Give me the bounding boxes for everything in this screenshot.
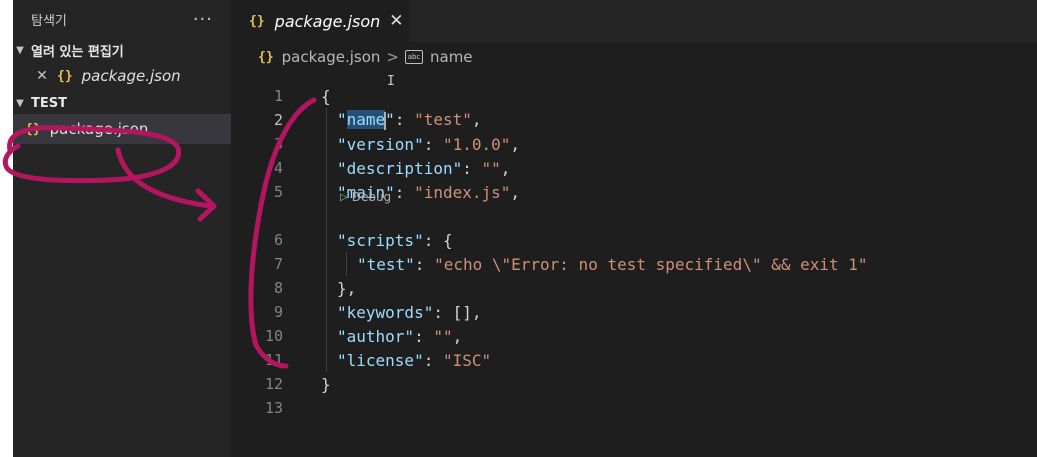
open-editors-section[interactable]: ▼ 열려 있는 편집기 [13, 38, 231, 62]
line-number: 1 [273, 87, 283, 105]
code-line: { [321, 86, 331, 106]
debug-codelens[interactable]: ▷ Debug [340, 190, 391, 204]
code-line: "version": "1.0.0", [337, 134, 521, 154]
line-number: 11 [264, 351, 283, 369]
editor-area: {} package.json ✕ {} package.json > abc … [231, 0, 1037, 457]
chevron-down-icon: ▼ [16, 97, 24, 109]
line-number: 9 [273, 303, 283, 321]
mouse-cursor-icon: I [387, 74, 395, 89]
code-line: } [321, 374, 331, 394]
open-editors-label: 열려 있는 편집기 [31, 44, 124, 60]
line-number: 10 [264, 327, 283, 345]
close-icon[interactable]: ✕ [33, 68, 51, 84]
tab-bar: {} package.json ✕ [231, 0, 1037, 42]
code-line: }, [337, 278, 357, 298]
chevron-down-icon: ▼ [16, 44, 24, 56]
line-number: 2 [273, 111, 283, 129]
json-file-icon: {} [258, 49, 274, 65]
more-actions-icon[interactable]: ··· [193, 9, 213, 30]
line-number: 6 [273, 231, 283, 249]
json-file-icon: {} [25, 121, 41, 137]
line-number: 8 [273, 279, 283, 297]
play-icon: ▷ [340, 191, 348, 203]
debug-label: Debug [351, 190, 392, 204]
line-number: 7 [273, 255, 283, 273]
code-line: "name": "test", [337, 110, 482, 130]
selected-text: name [346, 110, 386, 130]
string-symbol-icon: abc [405, 50, 423, 64]
line-number: 13 [264, 399, 283, 417]
line-number: 3 [273, 135, 283, 153]
code-line: "test": "echo \"Error: no test specified… [357, 254, 868, 274]
open-editor-filename: package.json [81, 67, 181, 85]
breadcrumb-file[interactable]: package.json [282, 48, 381, 66]
json-file-icon: {} [249, 13, 265, 29]
explorer-header: 탐색기 ··· [13, 0, 231, 38]
close-icon[interactable]: ✕ [389, 11, 403, 31]
indent-guide [346, 252, 347, 276]
open-editor-item[interactable]: ✕ {} package.json [13, 62, 231, 90]
code-line: "description": "", [337, 158, 511, 178]
indent-guide [326, 108, 327, 372]
breadcrumb: {} package.json > abc name [231, 42, 1037, 72]
code-line: "keywords": [], [337, 302, 482, 322]
line-number: 4 [273, 159, 283, 177]
line-number: 5 [273, 183, 283, 201]
json-file-icon: {} [57, 68, 73, 84]
explorer-sidebar: 탐색기 ··· ▼ 열려 있는 편집기 ✕ {} package.json ▼ … [13, 0, 231, 457]
code-line: "scripts": { [337, 230, 453, 250]
file-tree-item[interactable]: {} package.json [13, 114, 231, 144]
code-line: "author": "", [337, 326, 463, 346]
folder-section[interactable]: ▼ TEST [13, 92, 231, 114]
file-tree-filename: package.json [49, 120, 149, 138]
tab-label: package.json [274, 11, 381, 31]
explorer-title: 탐색기 [31, 13, 67, 29]
folder-label: TEST [31, 95, 67, 111]
breadcrumb-symbol[interactable]: name [430, 48, 473, 66]
line-number: 12 [264, 375, 283, 393]
code-line: "license": "ISC" [337, 350, 492, 370]
tab-package-json[interactable]: {} package.json ✕ [231, 0, 409, 42]
breadcrumb-separator: > [386, 48, 399, 66]
